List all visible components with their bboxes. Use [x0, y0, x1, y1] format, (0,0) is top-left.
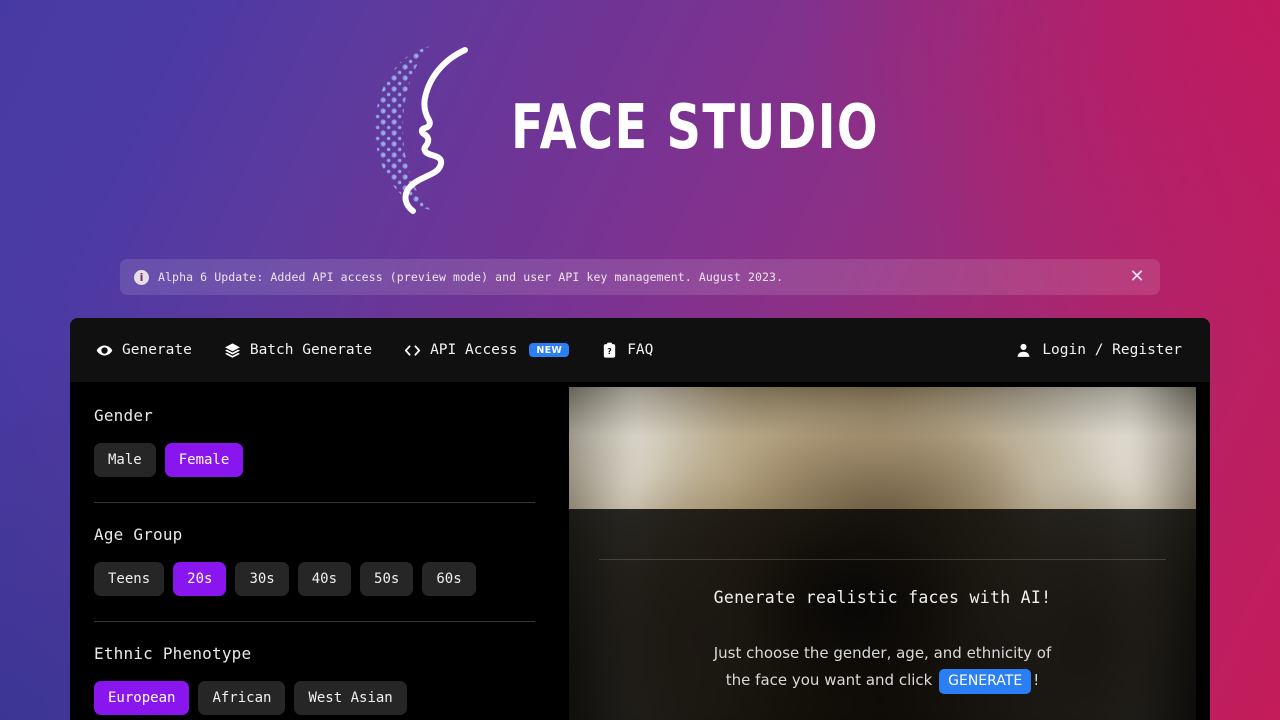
gender-section: Gender Male Female	[94, 406, 535, 477]
ethnic-phenotype-section: Ethnic Phenotype European African West A…	[94, 644, 535, 720]
hero-subtitle: Just choose the gender, age, and ethnici…	[713, 640, 1053, 694]
age-option-30s[interactable]: 30s	[235, 562, 288, 596]
brand-name: FACE STUDIO	[511, 97, 879, 158]
divider-gender-age	[94, 502, 535, 503]
nav-item-api-access-label: API Access	[430, 342, 517, 358]
main-navigation: Generate Batch Generate API Access NEW	[70, 318, 1210, 382]
ethnic-option-west-asian[interactable]: West Asian	[294, 681, 406, 715]
nav-item-batch-generate-label: Batch Generate	[250, 342, 372, 358]
code-icon	[404, 342, 421, 359]
layers-icon	[224, 342, 241, 359]
login-register-button[interactable]: Login / Register	[1015, 342, 1182, 359]
nav-item-api-access[interactable]: API Access NEW	[404, 342, 569, 359]
clipboard-question-icon: ?	[601, 342, 618, 359]
gender-option-male[interactable]: Male	[94, 443, 156, 477]
age-option-40s[interactable]: 40s	[298, 562, 351, 596]
ethnic-option-european[interactable]: European	[94, 681, 189, 715]
login-register-label: Login / Register	[1042, 342, 1182, 358]
update-banner: i Alpha 6 Update: Added API access (prev…	[120, 259, 1160, 295]
age-option-60s[interactable]: 60s	[422, 562, 475, 596]
nav-item-faq-label: FAQ	[627, 342, 653, 358]
age-option-20s[interactable]: 20s	[173, 562, 226, 596]
nav-item-faq[interactable]: ? FAQ	[601, 342, 653, 359]
new-badge: NEW	[529, 343, 569, 358]
age-group-title: Age Group	[94, 525, 535, 544]
app-panel: Generate Batch Generate API Access NEW	[70, 318, 1210, 720]
age-option-teens[interactable]: Teens	[94, 562, 164, 596]
face-profile-sphere-logo-icon	[369, 42, 493, 214]
gender-option-female[interactable]: Female	[165, 443, 244, 477]
info-icon: i	[134, 270, 149, 285]
brand-logo: FACE STUDIO	[0, 42, 1280, 214]
controls-sidebar: Gender Male Female Age Group Teens 20s 3…	[70, 382, 559, 720]
nav-item-generate[interactable]: Generate	[96, 342, 192, 359]
hero-text-block: Generate realistic faces with AI! Just c…	[569, 509, 1196, 720]
face-preview[interactable]: Generate realistic faces with AI! Just c…	[569, 387, 1196, 720]
portrait-top-shade	[569, 387, 1196, 511]
nav-item-generate-label: Generate	[122, 342, 192, 358]
divider-age-ethnic	[94, 621, 535, 622]
app-content: Gender Male Female Age Group Teens 20s 3…	[70, 382, 1210, 720]
age-group-options: Teens 20s 30s 40s 50s 60s	[94, 562, 535, 596]
preview-column: Generate realistic faces with AI! Just c…	[559, 382, 1210, 720]
ethnic-phenotype-options: European African West Asian South Asian	[94, 681, 535, 720]
hero-subtitle-part2: !	[1033, 671, 1039, 689]
ethnic-phenotype-title: Ethnic Phenotype	[94, 644, 535, 663]
nav-item-batch-generate[interactable]: Batch Generate	[224, 342, 372, 359]
age-group-section: Age Group Teens 20s 30s 40s 50s 60s	[94, 525, 535, 596]
gender-options: Male Female	[94, 443, 535, 477]
generate-badge[interactable]: GENERATE	[939, 669, 1031, 694]
eye-icon	[96, 342, 113, 359]
hero-title: Generate realistic faces with AI!	[617, 588, 1148, 607]
svg-text:?: ?	[607, 347, 612, 356]
gender-title: Gender	[94, 406, 535, 425]
age-option-50s[interactable]: 50s	[360, 562, 413, 596]
update-banner-text: Alpha 6 Update: Added API access (previe…	[158, 270, 783, 284]
close-icon[interactable]: ✕	[1126, 266, 1148, 288]
hero-divider	[599, 559, 1166, 560]
ethnic-option-african[interactable]: African	[198, 681, 285, 715]
user-icon	[1015, 342, 1032, 359]
